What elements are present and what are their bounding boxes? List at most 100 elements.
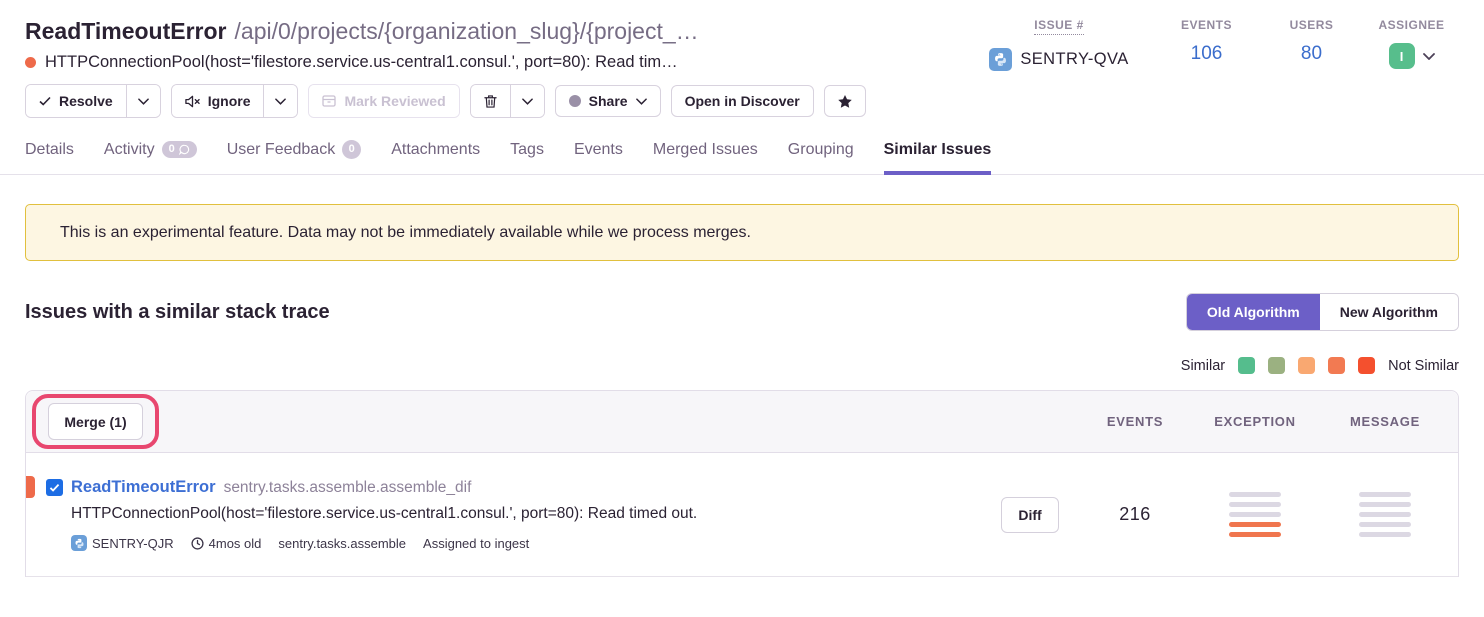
row-age-text: 4mos old — [209, 536, 262, 551]
swatch — [1268, 357, 1285, 374]
check-icon — [39, 96, 51, 106]
ignore-dropdown-button[interactable] — [263, 85, 297, 117]
merge-button[interactable]: Merge (1) — [48, 403, 143, 440]
new-algorithm-button[interactable]: New Algorithm — [1320, 294, 1458, 330]
issue-title-line: ReadTimeoutError/api/0/projects/{organiz… — [25, 16, 699, 46]
tab-activity[interactable]: Activity 0 — [104, 140, 197, 174]
assignee-dropdown[interactable]: I — [1389, 43, 1435, 69]
row-issue-culprit: sentry.tasks.assemble.assemble_dif — [224, 479, 472, 497]
speech-bubble-icon — [179, 144, 190, 155]
resolve-button-group: Resolve — [25, 84, 161, 118]
swatch — [1359, 532, 1411, 537]
row-assigned: Assigned to ingest — [423, 536, 529, 551]
chevron-down-icon — [1423, 53, 1435, 60]
swatch — [1328, 357, 1345, 374]
legend-similar-label: Similar — [1181, 358, 1225, 374]
issue-header: ReadTimeoutError/api/0/projects/{organiz… — [0, 0, 1484, 72]
error-level-bar — [26, 476, 35, 498]
ignore-button[interactable]: Ignore — [172, 85, 264, 117]
issue-short-id: SENTRY-QVA — [989, 48, 1128, 71]
row-task: sentry.tasks.assemble — [278, 536, 406, 551]
diff-button[interactable]: Diff — [1001, 497, 1059, 533]
old-algorithm-button[interactable]: Old Algorithm — [1187, 294, 1320, 330]
clock-icon — [191, 537, 204, 550]
bookmark-button[interactable] — [824, 85, 866, 117]
tab-user-feedback[interactable]: User Feedback 0 — [227, 140, 362, 174]
tab-similar-issues[interactable]: Similar Issues — [884, 140, 992, 174]
swatch — [1229, 532, 1281, 537]
ignore-button-group: Ignore — [171, 84, 299, 118]
row-short-id-text: SENTRY-QJR — [92, 536, 174, 551]
tab-events[interactable]: Events — [574, 140, 623, 174]
error-level-dot-icon — [25, 57, 36, 68]
stat-assignee: ASSIGNEE I — [1364, 18, 1459, 72]
mark-reviewed-button-group: Mark Reviewed — [308, 84, 459, 118]
algorithm-toggle: Old Algorithm New Algorithm — [1186, 293, 1459, 331]
resolve-dropdown-button[interactable] — [126, 85, 160, 117]
row-issue-title-link[interactable]: ReadTimeoutError — [71, 478, 216, 497]
swatch — [1229, 522, 1281, 527]
row-main-cell: ReadTimeoutError sentry.tasks.assemble.a… — [26, 478, 980, 551]
swatch — [1238, 357, 1255, 374]
similarity-legend: Similar Not Similar — [25, 357, 1459, 374]
delete-button-group — [470, 84, 545, 118]
issue-culprit-line: HTTPConnectionPool(host='filestore.servi… — [25, 53, 699, 72]
tab-details[interactable]: Details — [25, 140, 74, 174]
tab-tags[interactable]: Tags — [510, 140, 544, 174]
action-bar: Resolve Ignore Mark Reviewed — [0, 72, 1484, 118]
swatch — [1358, 357, 1375, 374]
events-count-link[interactable]: 106 — [1191, 43, 1223, 65]
issue-culprit: HTTPConnectionPool(host='filestore.servi… — [45, 53, 678, 72]
users-label: USERS — [1290, 18, 1334, 32]
message-similarity-spectrum — [1320, 492, 1450, 537]
tab-merged-issues[interactable]: Merged Issues — [653, 140, 758, 174]
activity-count-badge: 0 — [162, 141, 197, 158]
legend-not-similar-label: Not Similar — [1388, 358, 1459, 374]
share-status-dot-icon — [569, 95, 581, 107]
share-button[interactable]: Share — [555, 85, 661, 117]
swatch — [1359, 512, 1411, 517]
tab-attachments[interactable]: Attachments — [391, 140, 480, 174]
stat-issue-number: ISSUE # SENTRY-QVA — [964, 18, 1154, 72]
row-issue-message: HTTPConnectionPool(host='filestore.servi… — [71, 505, 980, 523]
user-feedback-count-badge: 0 — [342, 140, 361, 159]
banner-text: This is an experimental feature. Data ma… — [60, 224, 751, 242]
row-events-count: 216 — [1080, 504, 1190, 525]
stat-users: USERS 80 — [1259, 18, 1364, 72]
similar-issues-table: Merge (1) EVENTS EXCEPTION MESSAGE ReadT… — [25, 390, 1459, 577]
row-meta: SENTRY-QJR 4mos old sentry.tasks.assembl… — [71, 535, 980, 551]
issue-tab-bar: Details Activity 0 User Feedback 0 Attac… — [0, 118, 1484, 175]
swatch — [1298, 357, 1315, 374]
python-icon — [71, 535, 87, 551]
issue-page: ReadTimeoutError/api/0/projects/{organiz… — [0, 0, 1484, 617]
delete-dropdown-button[interactable] — [510, 85, 544, 117]
row-age: 4mos old — [191, 536, 262, 551]
swatch — [1359, 522, 1411, 527]
assignee-avatar: I — [1389, 43, 1415, 69]
chevron-down-icon — [275, 98, 286, 105]
resolve-button[interactable]: Resolve — [26, 85, 126, 117]
similar-section-head: Issues with a similar stack trace Old Al… — [25, 293, 1459, 331]
merge-cell: Merge (1) — [26, 403, 980, 440]
row-checkbox[interactable] — [46, 479, 63, 496]
mark-reviewed-button[interactable]: Mark Reviewed — [309, 85, 458, 117]
events-label: EVENTS — [1181, 18, 1232, 32]
swatch — [1229, 492, 1281, 497]
issue-short-id-text: SENTRY-QVA — [1020, 50, 1128, 69]
python-icon — [989, 48, 1012, 71]
row-short-id: SENTRY-QJR — [71, 535, 174, 551]
stat-events: EVENTS 106 — [1154, 18, 1259, 72]
experimental-feature-banner: This is an experimental feature. Data ma… — [25, 204, 1459, 261]
assignee-label: ASSIGNEE — [1378, 18, 1444, 32]
column-header-exception: EXCEPTION — [1190, 414, 1320, 429]
open-in-discover-button[interactable]: Open in Discover — [671, 85, 814, 117]
trash-icon — [484, 94, 497, 109]
exception-similarity-spectrum — [1190, 492, 1320, 537]
swatch — [1359, 502, 1411, 507]
tab-grouping[interactable]: Grouping — [788, 140, 854, 174]
mute-icon — [185, 95, 200, 108]
issue-number-label: ISSUE # — [1034, 18, 1084, 35]
swatch — [1229, 502, 1281, 507]
users-count-link[interactable]: 80 — [1301, 43, 1322, 65]
delete-button[interactable] — [471, 85, 510, 117]
